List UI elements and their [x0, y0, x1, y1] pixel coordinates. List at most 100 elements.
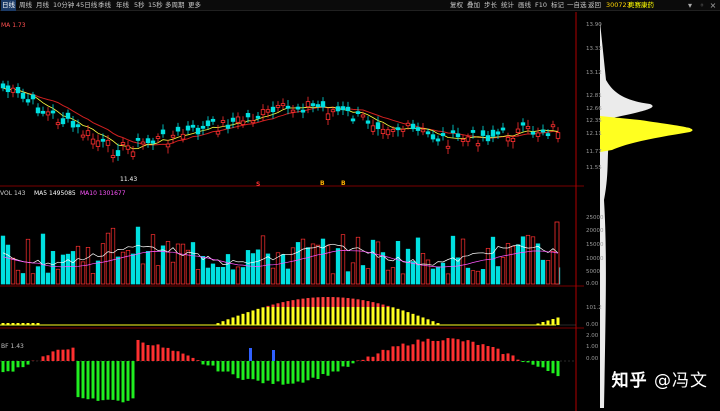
- volume-bar: [205, 267, 211, 285]
- macd-bar: [101, 361, 105, 401]
- volume-bar: [85, 247, 91, 285]
- volume-bar: [215, 266, 221, 285]
- indicator-bar: [266, 307, 270, 325]
- candle-body: [25, 99, 31, 103]
- volume-bar: [30, 273, 36, 285]
- macd-bar: [416, 339, 420, 361]
- volume-bar: [65, 253, 71, 285]
- candle-body: [310, 103, 316, 107]
- candle-body: [305, 101, 311, 108]
- candle-body: [105, 139, 111, 146]
- macd-bar: [276, 361, 280, 382]
- indicator-bar: [381, 307, 385, 325]
- macd-bar-highlight: [249, 348, 252, 361]
- macd-bar: [306, 361, 310, 381]
- macd-bar: [26, 361, 30, 365]
- candle-body: [135, 137, 141, 141]
- macd-bar: [526, 361, 530, 363]
- volume-bar: [390, 267, 396, 285]
- candle-body: [435, 138, 441, 142]
- candle-body: [350, 118, 356, 122]
- macd-bar: [86, 361, 90, 400]
- macd-bar: [351, 361, 355, 364]
- candle-body: [415, 127, 421, 131]
- candle-body: [405, 122, 411, 127]
- volume-bar: [165, 241, 171, 285]
- candle-body: [470, 130, 476, 133]
- macd-bar: [151, 345, 155, 361]
- indicator-bar: [401, 310, 405, 325]
- stock-chart-app: 日线 周线 月线 10分钟 45日线 季线 年线 5秒 15秒 多周期 更多 复…: [0, 0, 720, 411]
- volume-bar: [195, 269, 201, 285]
- candle-body: [440, 133, 446, 137]
- candle-body: [240, 120, 246, 125]
- macd-bar: [191, 357, 195, 361]
- macd-bar: [456, 339, 460, 361]
- volume-bar: [370, 239, 376, 285]
- candle-body: [455, 133, 461, 138]
- volume-bar: [270, 267, 276, 285]
- indicator-bar: [251, 310, 255, 325]
- candle-body: [375, 122, 381, 130]
- candle-body: [170, 134, 176, 138]
- volume-bar: [440, 262, 446, 285]
- lower-tick: 1.00: [586, 344, 599, 350]
- candle-body: [60, 118, 66, 125]
- volume-bar: [250, 253, 256, 285]
- candle-body: [10, 87, 16, 93]
- candle-body: [490, 129, 496, 137]
- macd-bar: [161, 347, 165, 361]
- volume-bar: [530, 236, 536, 285]
- volume-bar: [535, 243, 541, 285]
- volume-bar: [510, 245, 516, 285]
- macd-bar: [391, 346, 395, 361]
- macd-bar: [116, 361, 120, 401]
- macd-bar: [461, 341, 465, 361]
- vol-legend-vol: VOL 143: [0, 190, 26, 197]
- mid-tick: 101.2: [586, 305, 602, 311]
- volume-bar: [10, 257, 16, 285]
- volume-bar: [230, 269, 236, 285]
- watermark: 知乎 @冯文: [612, 366, 708, 391]
- volume-bar: [355, 236, 361, 285]
- candle-body: [180, 133, 186, 140]
- macd-bar: [71, 347, 75, 361]
- macd-bar: [326, 361, 330, 376]
- volume-bar: [145, 251, 151, 285]
- macd-bar: [381, 349, 385, 361]
- macd-bar: [96, 361, 100, 401]
- volume-bar: [40, 233, 46, 285]
- candle-body: [325, 113, 331, 120]
- candle-body: [5, 85, 11, 93]
- macd-bar: [246, 361, 250, 379]
- indicator-bar: [341, 307, 345, 325]
- indicator-bar: [421, 317, 425, 325]
- lower-tick: 2.00: [586, 333, 599, 339]
- candle-body: [260, 109, 266, 116]
- volume-bar: [380, 252, 386, 285]
- kline-chart[interactable]: [0, 0, 720, 411]
- indicator-bar: [426, 319, 430, 325]
- volume-bar: [420, 253, 426, 285]
- candle-body: [140, 141, 146, 145]
- volume-bar: [35, 266, 41, 285]
- volume-bar: [310, 243, 316, 285]
- candle-body: [445, 145, 451, 149]
- volume-bar: [125, 250, 131, 285]
- macd-bar: [221, 361, 225, 372]
- macd-bar: [346, 361, 350, 367]
- indicator-bar: [361, 307, 365, 325]
- indicator-bar: [321, 307, 325, 325]
- macd-bar: [76, 361, 80, 398]
- candle-body: [300, 109, 306, 113]
- candle-body: [355, 111, 361, 114]
- vol-tick: 5000: [586, 269, 600, 275]
- indicator-bar: [271, 307, 275, 325]
- volume-bar: [445, 273, 451, 285]
- candle-body: [500, 127, 506, 131]
- volume-bar: [0, 235, 6, 285]
- candle-body: [100, 138, 106, 142]
- indicator-bar: [316, 307, 320, 325]
- volume-bar: [220, 266, 226, 285]
- indicator-bar: [431, 321, 435, 325]
